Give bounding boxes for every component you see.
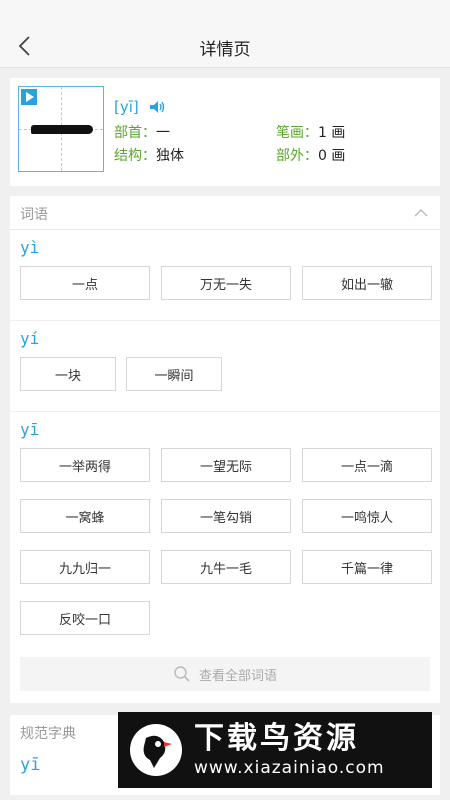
word-button[interactable]: 反咬一口 [20,601,150,635]
word-button[interactable]: 一点 [20,266,150,300]
character-glyph [31,125,93,134]
word-button[interactable]: 一举两得 [20,448,150,482]
group-pinyin: yī [20,420,40,439]
outside-strokes-info: 部外：0 画 [276,148,346,164]
section-label: 规范字典 [20,726,76,742]
word-button[interactable]: 一鸣惊人 [302,499,432,533]
view-all-words-button[interactable]: 查看全部词语 [20,657,430,691]
word-button[interactable]: 千篇一律 [302,550,432,584]
character-card: [yī] 部首：一 笔画：1 画 结构：独体 部外：0 画 [10,78,440,186]
word-button[interactable]: 一笔勾销 [161,499,291,533]
character-stroke-box[interactable] [18,86,104,172]
strokes-info: 笔画：1 画 [276,125,346,141]
word-button[interactable]: 万无一失 [161,266,291,300]
search-icon [174,666,190,682]
word-button[interactable]: 九牛一毛 [161,550,291,584]
section-label: 词语 [20,207,48,223]
words-section: 词语 yì 一点 万无一失 如出一辙 yí 一块 一瞬间 yī 一举两得 一望无… [10,196,440,703]
pinyin-group-yi4: yì 一点 万无一失 如出一辙 [10,230,440,321]
speaker-icon[interactable] [148,98,166,116]
word-button[interactable]: 九九归一 [20,550,150,584]
group-pinyin: yí [20,329,40,348]
word-button[interactable]: 一望无际 [161,448,291,482]
banner-url: www.xiazainiao.com [194,758,385,778]
word-button[interactable]: 如出一辙 [302,266,432,300]
banner-title: 下载鸟资源 [194,721,359,756]
word-button[interactable]: 一瞬间 [126,357,222,391]
word-button[interactable]: 一点一滴 [302,448,432,482]
character-pinyin: [yī] [114,98,139,116]
group-pinyin: yì [20,238,40,257]
watermark-banner: 下载鸟资源 www.xiazainiao.com [118,712,432,788]
view-all-label: 查看全部词语 [198,668,277,684]
pinyin-group-yi1: yī 一举两得 一望无际 一点一滴 一窝蜂 一笔勾销 一鸣惊人 九九归一 九牛一… [10,412,440,655]
pinyin-group-yi2: yí 一块 一瞬间 [10,321,440,412]
structure-info: 结构：独体 [114,148,184,164]
radical-info: 部首：一 [114,125,170,141]
words-section-header[interactable]: 词语 [10,196,440,230]
word-button[interactable]: 一窝蜂 [20,499,150,533]
play-stroke-icon[interactable] [21,89,37,105]
status-bar [0,0,450,24]
bird-logo-icon [130,724,182,776]
page-title: 详情页 [199,40,251,60]
title-bar: 详情页 [0,24,450,68]
word-button[interactable]: 一块 [20,357,116,391]
chevron-up-icon[interactable] [414,206,428,220]
